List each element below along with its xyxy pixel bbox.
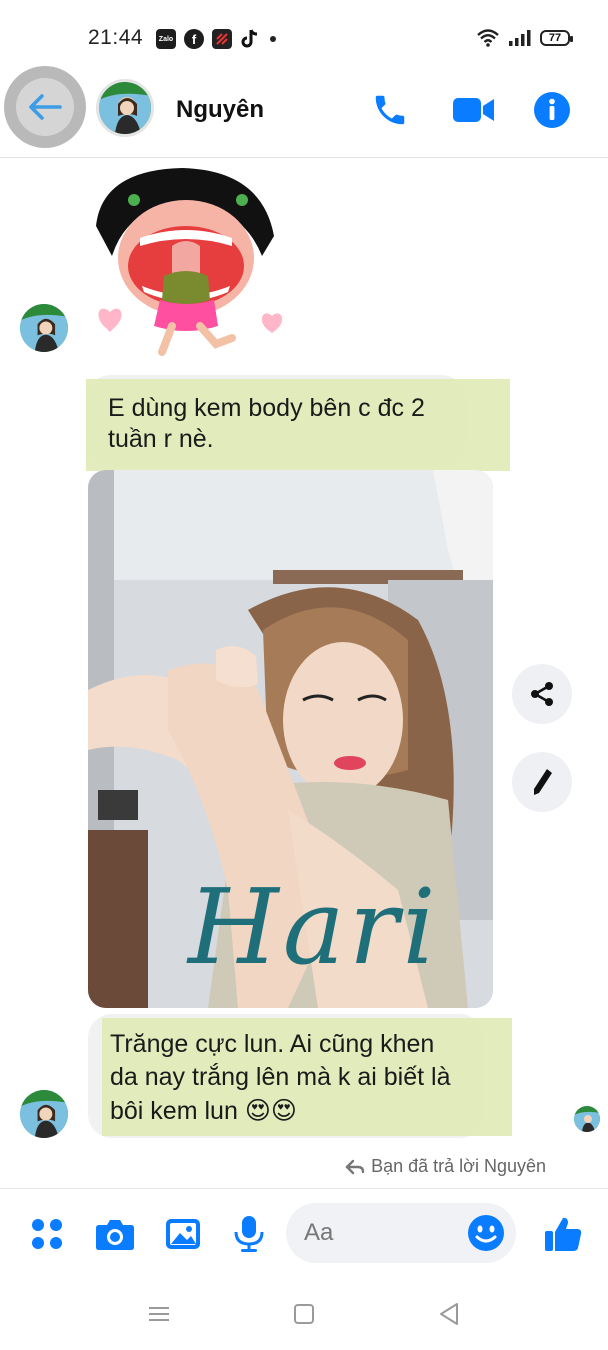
phone-icon bbox=[375, 95, 405, 125]
video-call-button[interactable] bbox=[452, 90, 496, 130]
tiktok-icon bbox=[240, 29, 260, 49]
camera-button[interactable] bbox=[94, 1213, 136, 1255]
status-time: 21:44 bbox=[88, 26, 144, 49]
reply-note-text: Bạn đã trả lời Nguyên bbox=[371, 1156, 546, 1176]
photo-message[interactable]: Hari bbox=[88, 470, 493, 1008]
like-button[interactable] bbox=[542, 1213, 584, 1255]
gallery-icon bbox=[166, 1219, 200, 1249]
voice-call-button[interactable] bbox=[370, 90, 410, 130]
contact-avatar[interactable] bbox=[96, 79, 154, 137]
share-icon bbox=[531, 682, 553, 706]
message-text-line: bôi kem lun 😍😍 bbox=[110, 1094, 297, 1128]
more-actions-button[interactable] bbox=[26, 1213, 68, 1255]
contact-avatar[interactable] bbox=[20, 1090, 68, 1138]
reply-note: Bạn đã trả lời Nguyên bbox=[345, 1156, 546, 1177]
pencil-icon bbox=[534, 769, 552, 795]
message-text-line: E dùng kem body bên c đc 2 bbox=[108, 394, 425, 422]
system-back-button[interactable] bbox=[434, 1300, 464, 1328]
info-icon bbox=[534, 92, 570, 128]
home-button[interactable] bbox=[289, 1300, 319, 1328]
back-arrow-icon bbox=[29, 94, 62, 120]
emoji-icon bbox=[468, 1215, 504, 1251]
square-icon bbox=[294, 1304, 314, 1324]
triangle-back-icon bbox=[440, 1303, 458, 1325]
message-input[interactable] bbox=[304, 1217, 464, 1249]
seen-avatar bbox=[574, 1106, 600, 1132]
back-button[interactable] bbox=[4, 66, 86, 148]
microphone-icon bbox=[234, 1216, 264, 1252]
recent-apps-button[interactable] bbox=[144, 1300, 174, 1328]
battery-indicator: 77 bbox=[540, 30, 573, 46]
share-button[interactable] bbox=[512, 664, 572, 724]
emoji-button[interactable] bbox=[466, 1213, 506, 1253]
sticker-girl-hearts-icon[interactable] bbox=[92, 166, 292, 356]
apps-grid-icon bbox=[32, 1219, 62, 1249]
contact-avatar[interactable] bbox=[20, 304, 68, 352]
message-input-box[interactable] bbox=[286, 1203, 516, 1263]
more-notifications-dot bbox=[270, 36, 276, 42]
message-composer bbox=[0, 1188, 608, 1278]
status-right: 77 bbox=[476, 29, 573, 47]
message-text-line: tuần r nè. bbox=[108, 425, 214, 453]
message-text-line: Trănge cực lun. Ai cũng khen bbox=[110, 1030, 435, 1058]
photo-watermark: Hari bbox=[188, 866, 440, 988]
system-navigation-bar bbox=[0, 1278, 608, 1350]
reply-arrow-icon bbox=[345, 1159, 365, 1174]
wifi-icon bbox=[477, 29, 499, 47]
zalo-icon: Zalo bbox=[156, 29, 176, 49]
video-camera-icon bbox=[453, 98, 494, 122]
menu-lines-icon bbox=[149, 1307, 169, 1321]
app-icon bbox=[212, 29, 232, 49]
contact-name[interactable]: Nguyên bbox=[176, 96, 264, 124]
edit-button[interactable] bbox=[512, 752, 572, 812]
status-app-icons: Zalo f bbox=[156, 29, 276, 49]
thumbs-up-icon bbox=[545, 1217, 582, 1251]
message-text: bôi kem lun bbox=[110, 1097, 238, 1125]
voice-message-button[interactable] bbox=[228, 1213, 270, 1255]
facebook-icon: f bbox=[184, 29, 204, 49]
chat-header: Nguyên bbox=[0, 62, 608, 158]
message-text-line: da nay trắng lên mà k ai biết là bbox=[110, 1063, 451, 1091]
gallery-button[interactable] bbox=[162, 1213, 204, 1255]
signal-icon bbox=[509, 30, 531, 46]
heart-eyes-emoji: 😍😍 bbox=[244, 1096, 297, 1125]
chat-info-button[interactable] bbox=[532, 90, 572, 130]
camera-icon bbox=[96, 1220, 134, 1250]
